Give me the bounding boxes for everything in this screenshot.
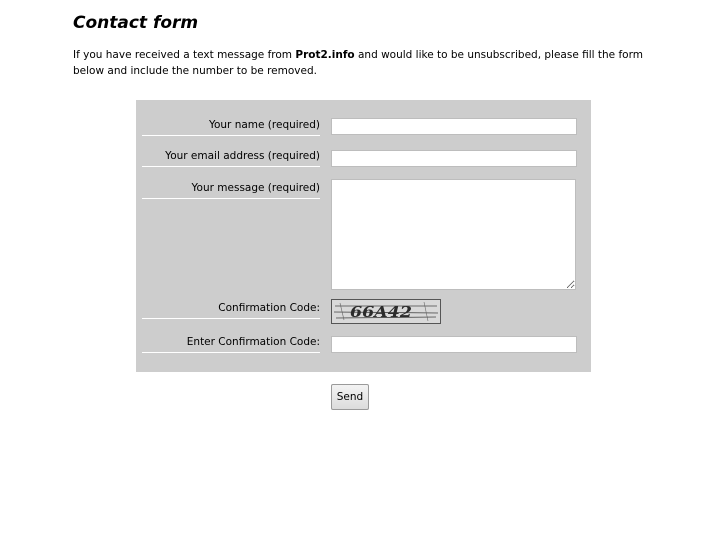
send-button[interactable]: Send (331, 384, 369, 410)
page: Contact form If you have received a text… (0, 0, 727, 545)
email-input[interactable] (331, 150, 577, 167)
captcha-image: 66A42 (331, 299, 441, 324)
intro-text: If you have received a text message from… (73, 47, 663, 79)
message-textarea[interactable] (331, 179, 576, 290)
intro-brand: Prot2.info (295, 49, 355, 61)
captcha-text: 66A42 (350, 303, 412, 321)
message-label: Your message (required) (142, 181, 320, 199)
captcha-label: Confirmation Code: (142, 301, 320, 319)
name-label: Your name (required) (142, 118, 320, 136)
page-title: Contact form (73, 13, 199, 33)
email-label: Your email address (required) (142, 149, 320, 167)
confirmation-code-input[interactable] (331, 336, 577, 353)
code-label: Enter Confirmation Code: (142, 335, 320, 353)
contact-form: Your name (required) Your email address … (136, 100, 591, 372)
name-input[interactable] (331, 118, 577, 135)
intro-before: If you have received a text message from (73, 49, 296, 61)
